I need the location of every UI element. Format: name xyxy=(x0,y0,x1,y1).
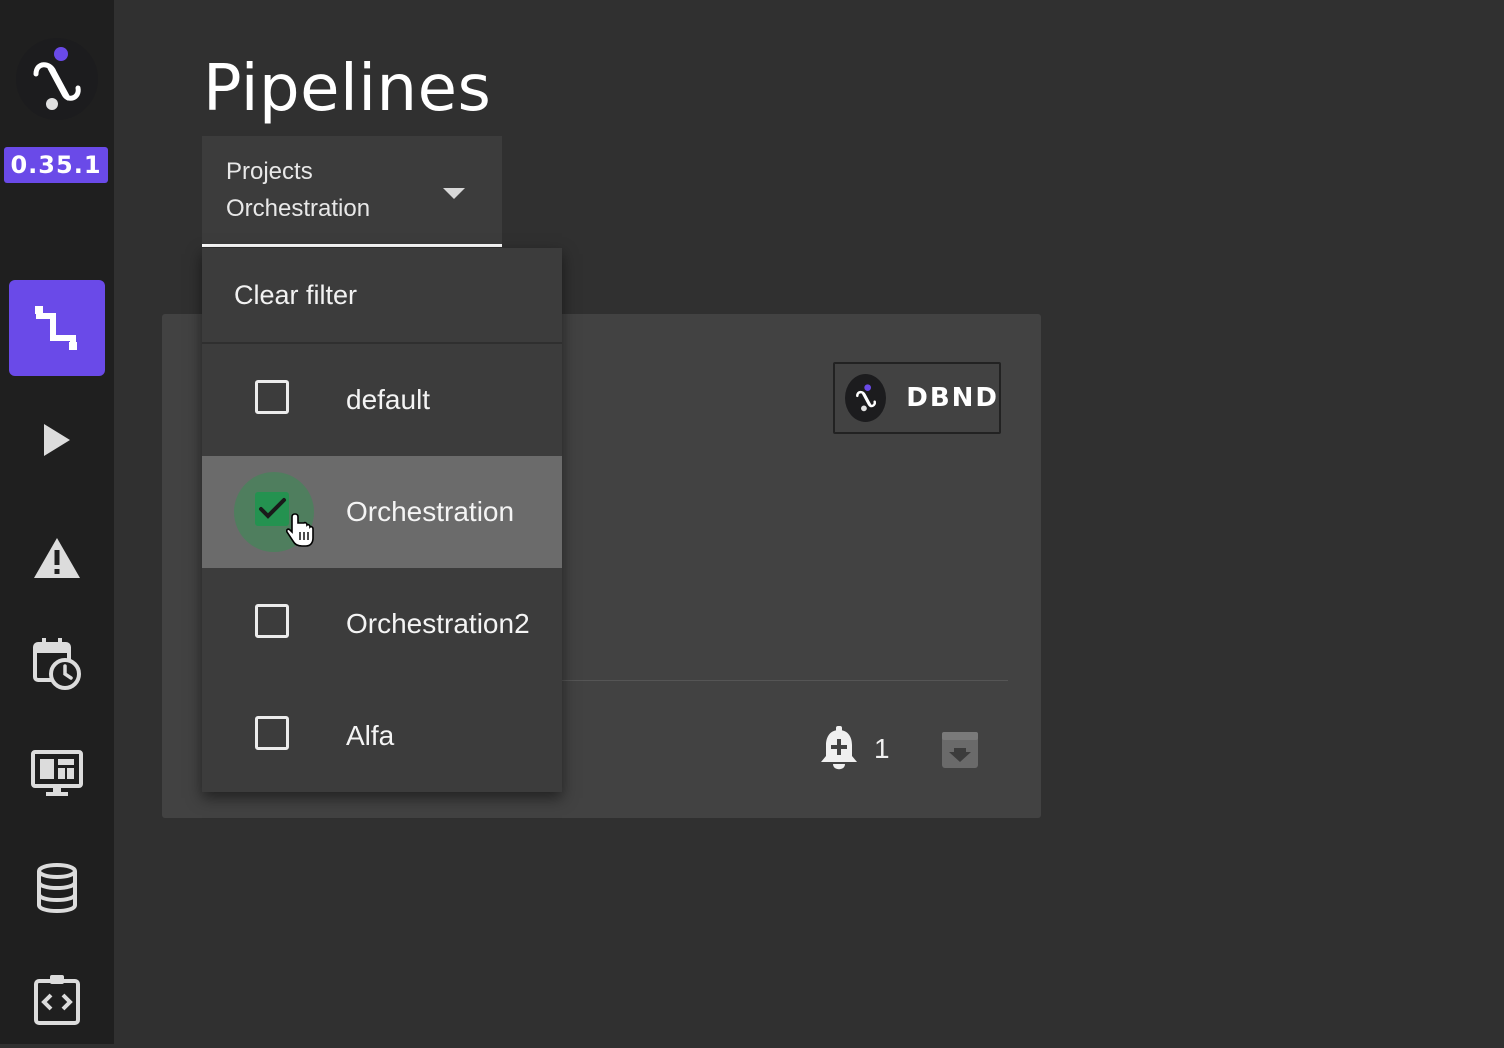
archive-button[interactable] xyxy=(940,730,980,775)
nav-datasets[interactable] xyxy=(9,840,105,936)
menu-item-orchestration[interactable]: Orchestration xyxy=(202,456,562,568)
nav-alerts[interactable] xyxy=(9,510,105,606)
checkbox[interactable] xyxy=(255,380,289,414)
select-label: Projects xyxy=(226,158,313,185)
dbnd-logo-icon xyxy=(845,374,887,422)
check-icon xyxy=(259,498,286,519)
alert-count: 1 xyxy=(874,733,890,764)
menu-item-label: Orchestration xyxy=(346,496,515,527)
checkbox[interactable] xyxy=(255,604,289,638)
menu-item-label: default xyxy=(346,384,431,415)
version-badge: 0.35.1 xyxy=(4,147,108,183)
sidebar: 0.35.1 xyxy=(0,0,114,1044)
clear-filter-item[interactable]: Clear filter xyxy=(202,248,562,344)
code-clipboard-icon xyxy=(34,975,80,1025)
dropdown-arrow-icon xyxy=(443,188,465,199)
card-divider xyxy=(562,680,1008,681)
app-logo[interactable] xyxy=(16,38,98,120)
play-icon xyxy=(44,424,70,456)
nav-schedules[interactable] xyxy=(9,616,105,712)
source-chip-label: DBND xyxy=(906,383,999,413)
projects-filter-select[interactable]: Projects Orchestration xyxy=(202,136,502,247)
page-title: Pipelines xyxy=(203,52,492,126)
projects-dropdown-menu: Clear filter default Orchestration Orche… xyxy=(202,248,562,792)
calendar-clock-icon xyxy=(33,638,81,690)
select-value: Orchestration xyxy=(226,195,371,222)
nav-monitoring[interactable] xyxy=(9,726,105,822)
monitor-dashboard-icon xyxy=(31,750,83,796)
database-icon xyxy=(37,863,77,913)
nav-pipelines[interactable] xyxy=(9,280,105,376)
hand-pointer-cursor-icon xyxy=(286,513,314,547)
menu-item-label: Alfa xyxy=(346,720,395,751)
clear-filter-label: Clear filter xyxy=(234,280,358,310)
menu-item-default[interactable]: default xyxy=(202,344,562,456)
nav-integrations[interactable] xyxy=(9,952,105,1048)
nav-runs[interactable] xyxy=(9,392,105,488)
menu-item-label: Orchestration2 xyxy=(346,608,530,639)
checkbox[interactable] xyxy=(255,716,289,750)
menu-item-orchestration2[interactable]: Orchestration2 xyxy=(202,568,562,680)
source-chip: DBND xyxy=(833,362,1001,434)
archive-icon xyxy=(942,732,978,768)
checkbox-checked[interactable] xyxy=(255,492,289,526)
pipeline-icon xyxy=(35,306,77,350)
menu-item-alfa[interactable]: Alfa xyxy=(202,680,562,792)
logo-icon xyxy=(33,47,81,110)
add-alert-button[interactable]: 1 xyxy=(818,726,890,772)
warning-icon xyxy=(34,538,80,578)
bell-plus-icon xyxy=(821,726,857,770)
